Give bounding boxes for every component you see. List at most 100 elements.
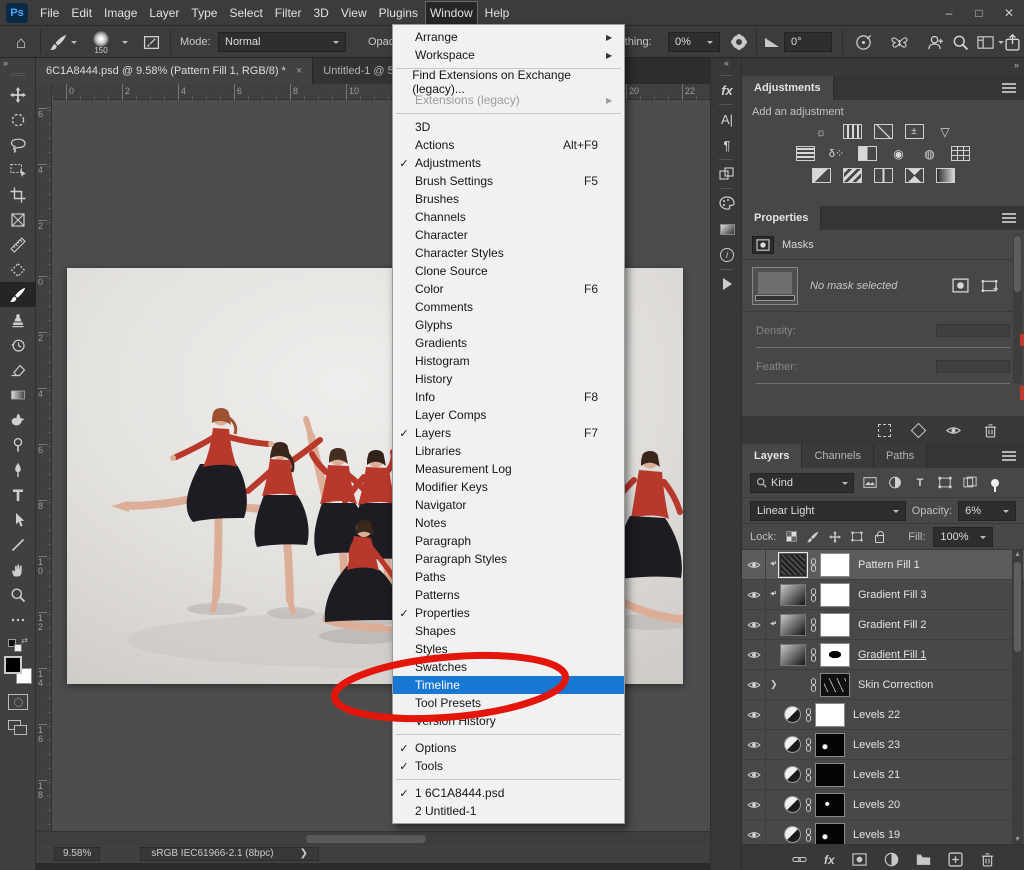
layer-row[interactable]: ❯ Levels 22 [742, 700, 1024, 730]
layer-row[interactable]: ❯ Levels 20 [742, 790, 1024, 820]
layer-thumbnail[interactable] [784, 796, 801, 813]
layer-thumbnail[interactable] [784, 766, 801, 783]
screen-mode-button[interactable] [8, 720, 28, 736]
layer-name[interactable]: Gradient Fill 1 [858, 649, 926, 661]
pen-tool[interactable] [0, 457, 36, 482]
add-vector-mask-icon[interactable] [981, 278, 998, 293]
window-menu-item[interactable]: ✓ Layer Comps ▶ [393, 406, 624, 424]
load-selection-icon[interactable] [878, 424, 891, 437]
layer-mask-thumbnail[interactable] [820, 583, 850, 607]
black-white-icon[interactable] [858, 146, 877, 161]
clone-source-panel-button[interactable] [711, 161, 743, 187]
layer-row[interactable]: ❯ Levels 23 [742, 730, 1024, 760]
window-menu-item[interactable]: ✓ Modifier Keys ▶ [393, 478, 624, 496]
kind-shape-icon[interactable] [936, 474, 954, 492]
move-tool[interactable] [0, 82, 36, 107]
threshold-icon[interactable] [874, 168, 893, 183]
gradients-panel-button[interactable] [711, 216, 743, 242]
hand-tool[interactable] [0, 557, 36, 582]
frame-tool[interactable] [0, 207, 36, 232]
path-selection-tool[interactable] [0, 507, 36, 532]
swatches-panel-button[interactable] [711, 190, 743, 216]
smudge-tool[interactable] [0, 407, 36, 432]
layer-thumbnail[interactable] [780, 644, 806, 666]
ruler-tool[interactable] [0, 232, 36, 257]
marquee-tool[interactable] [0, 107, 36, 132]
window-menu-item[interactable]: ✓ Notes ▶ [393, 514, 624, 532]
symmetry-button[interactable] [886, 26, 912, 58]
dodge-tool[interactable] [0, 432, 36, 457]
crop-tool[interactable] [0, 182, 36, 207]
layers-panel-tab[interactable]: Paths [874, 444, 927, 468]
menubar-item[interactable]: Plugins [375, 2, 422, 24]
window-menu-item[interactable]: ✓ 3D ▶ [393, 118, 624, 136]
window-menu-item[interactable]: ✓ Swatches ▶ [393, 658, 624, 676]
menubar-item[interactable]: Window [426, 2, 477, 24]
panel-menu-icon[interactable] [1002, 213, 1016, 223]
window-menu-item[interactable]: ✓ Paths ▶ [393, 568, 624, 586]
blend-mode-select[interactable]: Normal [218, 32, 346, 52]
type-tool[interactable] [0, 482, 36, 507]
panel-menu-icon[interactable] [1002, 451, 1016, 461]
foreground-background-swatches[interactable] [4, 656, 32, 684]
photo-filter-icon[interactable]: ◉ [889, 146, 908, 161]
layer-row[interactable]: ❯ Gradient Fill 2 [742, 610, 1024, 640]
layer-row[interactable]: ❯ Gradient Fill 1 [742, 640, 1024, 670]
layer-styles-panel-button[interactable]: fx [711, 77, 743, 103]
window-menu-item[interactable]: ✓ Color F6 ▶ [393, 280, 624, 298]
link-layers-icon[interactable] [792, 852, 807, 867]
expand-panels-chevron[interactable]: » [1014, 60, 1018, 70]
brush-angle-button[interactable] [762, 26, 782, 58]
vibrance-icon[interactable]: ▽ [936, 124, 955, 139]
layer-thumbnail[interactable] [784, 706, 801, 723]
layer-name[interactable]: Levels 20 [853, 799, 900, 811]
new-adjustment-icon[interactable] [884, 852, 899, 867]
window-menu-item[interactable]: ✓ Measurement Log ▶ [393, 460, 624, 478]
layers-panel-tab[interactable]: Layers [742, 444, 802, 468]
window-menu-item[interactable]: ✓ Histogram ▶ [393, 352, 624, 370]
window-menu-item[interactable]: ✓ Extensions (legacy) ▶ [393, 91, 624, 109]
channel-mixer-icon[interactable]: ◍ [920, 146, 939, 161]
minimize-button[interactable]: – [934, 0, 964, 25]
toggle-brush-settings-button[interactable] [138, 26, 164, 58]
filter-toggle-icon[interactable] [986, 474, 1004, 492]
layer-row[interactable]: ❯ Gradient Fill 3 [742, 580, 1024, 610]
layer-mask-thumbnail[interactable] [815, 703, 845, 727]
group-expander-icon[interactable]: ❯ [770, 679, 780, 690]
exposure-icon[interactable]: ± [905, 124, 924, 139]
window-menu-item[interactable]: ✓ Find Extensions on Exchange (legacy)..… [393, 73, 624, 91]
actions-panel-button[interactable] [711, 271, 743, 297]
window-menu-item[interactable]: ✓ Character ▶ [393, 226, 624, 244]
layer-name[interactable]: Levels 22 [853, 709, 900, 721]
lock-artboard-icon[interactable] [850, 528, 864, 546]
lock-pixels-icon[interactable] [806, 528, 820, 546]
home-button[interactable]: ⌂ [8, 26, 34, 58]
layer-name[interactable]: Gradient Fill 3 [858, 589, 926, 601]
window-menu-item[interactable]: ✓ Arrange ▶ [393, 28, 624, 46]
add-pixel-mask-icon[interactable] [952, 278, 969, 293]
object-selection-tool[interactable] [0, 157, 36, 182]
layer-visibility-toggle[interactable] [742, 640, 766, 670]
layer-row[interactable]: ❯ Levels 19 [742, 820, 1024, 844]
window-menu-item[interactable]: ✓ Info F8 ▶ [393, 388, 624, 406]
kind-type-icon[interactable]: T [911, 474, 929, 492]
brush-preset-picker[interactable]: 150 [88, 26, 114, 58]
layer-thumbnail[interactable] [780, 584, 806, 606]
layer-visibility-toggle[interactable] [742, 670, 766, 700]
window-menu-item[interactable]: ✓ Paragraph ▶ [393, 532, 624, 550]
menubar-item[interactable]: View [337, 2, 371, 24]
window-menu-item[interactable]: ✓ Layers F7 ▶ [393, 424, 624, 442]
tool-preset-button[interactable] [46, 26, 80, 58]
lock-position-icon[interactable] [828, 528, 842, 546]
window-menu-item[interactable]: ✓ Libraries ▶ [393, 442, 624, 460]
window-menu-item[interactable]: ✓ Timeline ▶ [393, 676, 624, 694]
status-chevron-icon[interactable]: ❯ [300, 848, 308, 860]
clone-stamp-tool[interactable] [0, 307, 36, 332]
layer-mask-thumbnail[interactable] [815, 763, 845, 787]
collapse-panels-chevron[interactable]: « [711, 58, 741, 74]
delete-layer-icon[interactable] [980, 852, 995, 867]
trash-icon[interactable] [983, 423, 998, 438]
hue-saturation-icon[interactable] [796, 146, 815, 161]
window-menu-item[interactable]: ✓ Patterns ▶ [393, 586, 624, 604]
smoothing-select[interactable]: 0% [668, 32, 720, 52]
